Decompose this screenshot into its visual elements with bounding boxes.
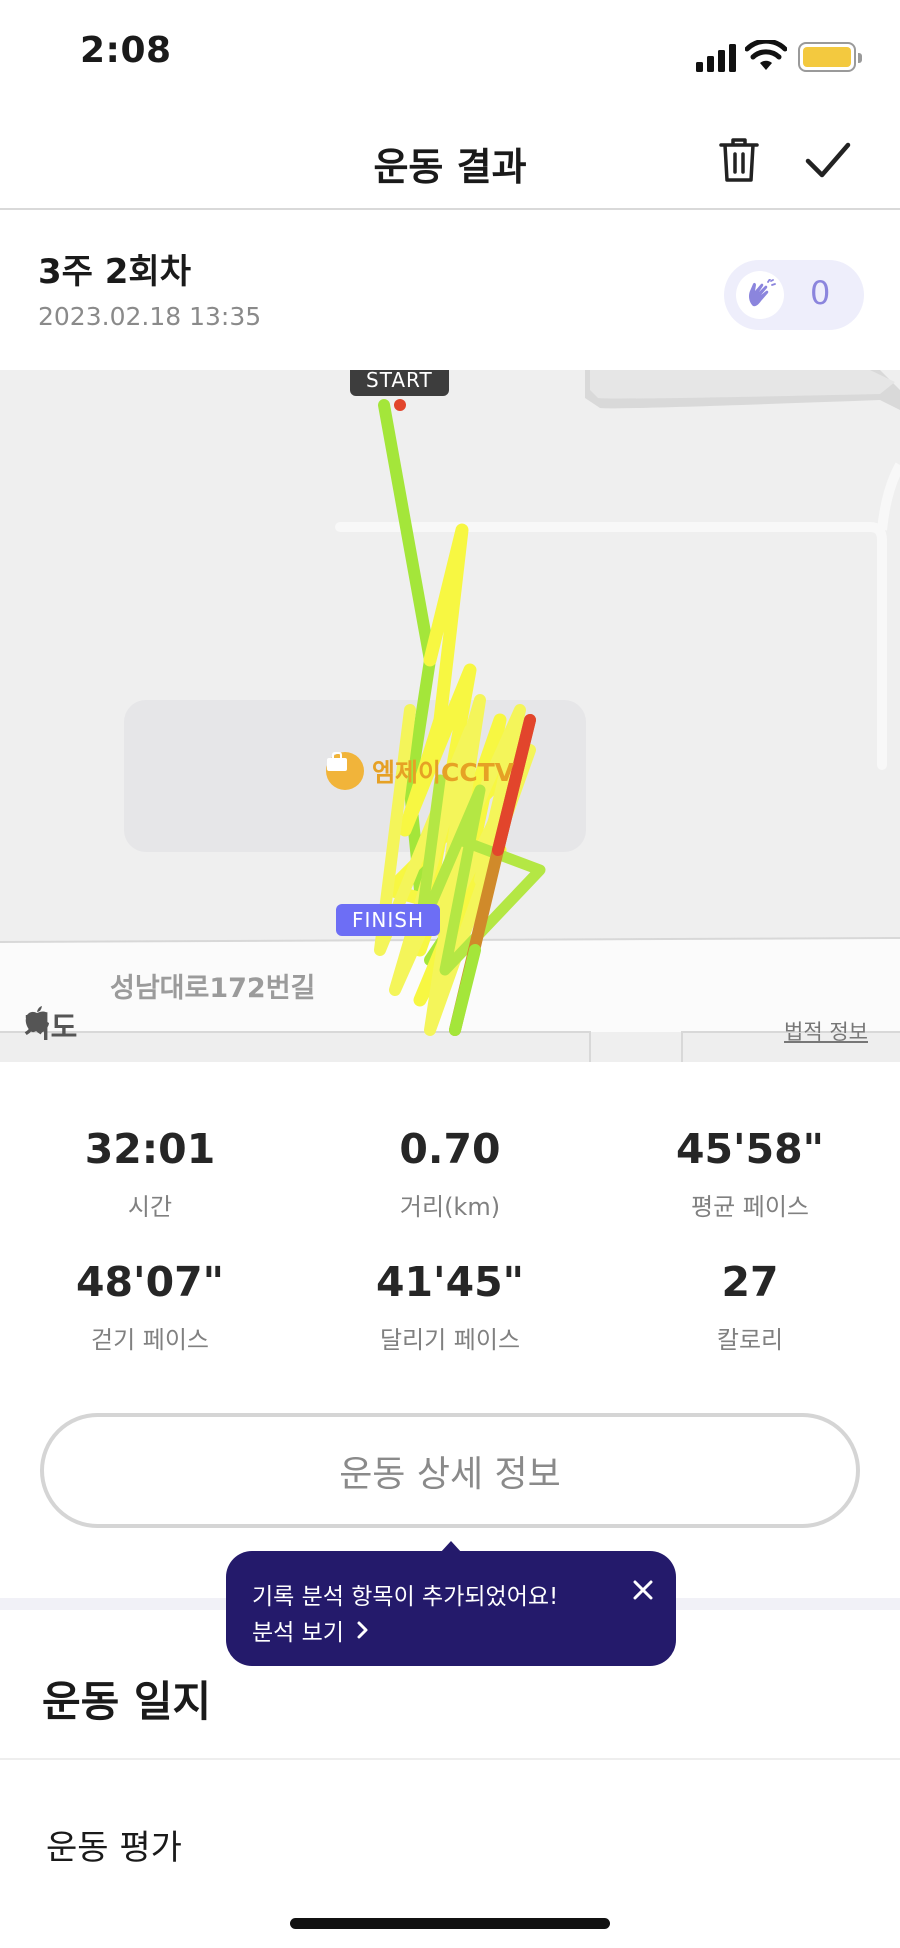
stat-label: 걷기 페이스 (90, 1326, 210, 1354)
stat-value: 32:01 (84, 1125, 216, 1173)
view-analysis-label: 분석 보기 (252, 1620, 344, 1646)
workout-detail-button[interactable]: 운동 상세 정보 (40, 1413, 860, 1528)
cellular-signal-icon (696, 44, 736, 72)
wifi-icon (745, 40, 787, 70)
stat-value: 0.70 (399, 1125, 501, 1173)
stat-running-pace: 41'45" 달리기 페이스 (300, 1258, 600, 1355)
poi-label: 엠제이CCTV (372, 758, 515, 787)
stat-label: 달리기 페이스 (379, 1326, 521, 1354)
stat-average-pace: 45'58" 평균 페이스 (600, 1125, 900, 1222)
stat-label: 평균 페이스 (690, 1193, 810, 1221)
road-label: 성남대로172번길 (110, 973, 316, 1004)
poi-marker[interactable]: 엠제이CCTV (326, 752, 514, 790)
clap-icon (736, 271, 784, 319)
view-analysis-link[interactable]: 분석 보기 (252, 1613, 372, 1647)
stat-value: 41'45" (375, 1258, 525, 1306)
shopping-bag-icon (326, 752, 364, 790)
stat-walking-pace: 48'07" 걷기 페이스 (0, 1258, 300, 1355)
workout-datetime: 2023.02.18 13:35 (38, 302, 262, 331)
stat-calories: 27 칼로리 (600, 1258, 900, 1355)
stat-value: 48'07" (75, 1258, 225, 1306)
clap-count: 0 (810, 274, 831, 312)
trash-icon[interactable] (718, 136, 760, 184)
analysis-tooltip: 기록 분석 항목이 추가되었어요! 분석 보기 (226, 1551, 676, 1666)
map-background (0, 370, 900, 1062)
status-time: 2:08 (80, 30, 172, 71)
battery-icon (798, 42, 862, 72)
chevron-right-icon (357, 1621, 368, 1639)
stat-value: 27 (721, 1258, 779, 1306)
map-attribution: 지도 (24, 1004, 77, 1046)
stat-time: 32:01 시간 (0, 1125, 300, 1222)
route-map[interactable]: START FINISH 엠제이CCTV 성남대로172번길 지도 법적 정보 (0, 370, 900, 1062)
tooltip-message: 기록 분석 항목이 추가되었어요! (252, 1584, 559, 1610)
clap-button[interactable]: 0 (724, 260, 864, 330)
page-title: 운동 결과 (373, 145, 527, 189)
close-icon[interactable] (630, 1577, 656, 1603)
stat-value: 45'58" (675, 1125, 825, 1173)
route-finish-marker: FINISH (336, 904, 440, 936)
apple-logo-icon (25, 1006, 49, 1033)
stat-distance: 0.70 거리(km) (300, 1125, 600, 1222)
stat-label: 시간 (127, 1193, 173, 1221)
home-indicator (290, 1918, 610, 1929)
legal-info-link[interactable]: 법적 정보 (784, 1016, 868, 1046)
check-icon[interactable] (805, 140, 851, 180)
app-header: 운동 결과 (0, 110, 900, 210)
divider (0, 1758, 900, 1760)
route-start-marker: START (350, 370, 449, 396)
workout-name: 3주 2회차 (38, 252, 191, 292)
stat-label: 칼로리 (716, 1326, 784, 1354)
stat-label: 거리(km) (399, 1193, 501, 1221)
evaluation-title[interactable]: 운동 평가 (46, 1820, 182, 1869)
journal-title: 운동 일지 (42, 1677, 212, 1726)
